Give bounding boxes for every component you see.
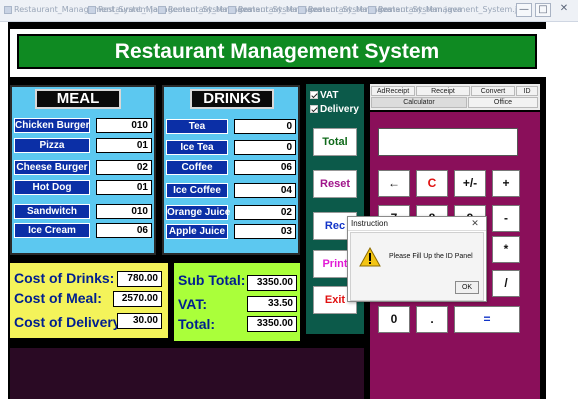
vat-field[interactable]: 33.50 [247,296,297,312]
drinks-header: DRINKS [190,89,274,109]
minimize-button[interactable]: — [516,3,532,17]
drinks-input-ice-tea[interactable]: 0 [234,140,296,155]
java-file-icon [298,5,306,14]
cost-of-meal-field[interactable]: 2570.00 [113,291,162,307]
meal-label-chicken-burger: Chicken Burger [14,118,90,133]
cost-of-meal-label: Cost of Meal: [14,290,102,306]
meal-input-cheese-burger[interactable]: 02 [96,160,152,175]
java-file-icon [88,5,96,14]
cost-of-drinks-field[interactable]: 780.00 [117,271,162,287]
drinks-input-orange-juice[interactable]: 02 [234,205,296,220]
calc-plus-button[interactable]: + [492,170,520,197]
delivery-checkbox[interactable]: Delivery [310,104,359,115]
meal-input-pizza[interactable]: 01 [96,138,152,153]
meal-label-pizza: Pizza [14,138,90,153]
right-margin [546,22,578,399]
drinks-input-ice-coffee[interactable]: 04 [234,183,296,198]
cost-of-delivery-field[interactable]: 30.00 [117,313,162,329]
vat-label: VAT: [178,296,208,312]
close-button[interactable]: ✕ [556,3,572,17]
calc-minus-button[interactable]: - [492,205,520,232]
window-tab-6[interactable]: Restaurant_Management_System.java [368,5,532,17]
meal-label-sandwitch: Sandwitch [14,204,90,219]
tab-receipt[interactable]: Receipt [416,86,470,96]
dialog-body: Please Fill Up the ID Panel OK [350,232,484,301]
cost-of-drinks-label: Cost of Drinks: [14,270,115,286]
calc-multiply-button[interactable]: * [492,236,520,263]
meal-input-ice-cream[interactable]: 06 [96,223,152,238]
java-file-icon [158,5,166,14]
tab-office[interactable]: Office [468,97,538,108]
java-file-icon [228,5,236,14]
window-tab-label: Restaurant_Management_System.java [378,5,532,14]
java-file-icon [368,5,376,14]
total-button[interactable]: Total [313,128,357,156]
delivery-checkbox-label: Delivery [320,104,359,115]
calculator-display[interactable] [378,128,518,156]
app-title: Restaurant Management System [17,34,537,69]
meal-label-hot-dog: Hot Dog [14,180,90,195]
tab-id[interactable]: ID [516,86,538,96]
drinks-label-coffee: Coffee [166,160,228,175]
bottom-panel [10,348,364,399]
drinks-label-tea: Tea [166,119,228,134]
meal-input-hot-dog[interactable]: 01 [96,180,152,195]
meal-input-sandwitch[interactable]: 010 [96,204,152,219]
total-field[interactable]: 3350.00 [247,316,297,332]
tab-adreceipt[interactable]: AdReceipt [371,86,415,96]
checkbox-checked-icon [310,105,318,114]
instruction-dialog: Instruction ✕ Please Fill Up the ID Pane… [347,216,487,302]
meal-label-cheese-burger: Cheese Burger [14,160,90,175]
drinks-label-orange-juice: Orange Juice [166,205,231,220]
meal-label-ice-cream: Ice Cream [14,223,90,238]
calc-sign-button[interactable]: +/- [454,170,486,197]
tab-calculator[interactable]: Calculator [371,97,467,108]
calc-decimal-button[interactable]: . [416,306,448,333]
java-file-icon [4,5,12,14]
vat-checkbox[interactable]: VAT [310,90,339,101]
drinks-input-apple-juice[interactable]: 03 [234,224,296,239]
dialog-close-icon[interactable]: ✕ [466,217,484,230]
cost-of-delivery-label: Cost of Delivery: [14,314,126,330]
meal-input-chicken-burger[interactable]: 010 [96,118,152,133]
total-label: Total: [178,316,216,332]
calc-equals-button[interactable]: = [454,306,520,333]
drinks-input-tea[interactable]: 0 [234,119,296,134]
drinks-label-ice-tea: Ice Tea [166,140,228,155]
reset-button[interactable]: Reset [313,170,357,198]
calc-backspace-button[interactable]: ← [378,170,410,197]
calc-clear-button[interactable]: C [416,170,448,197]
subtotal-label: Sub Total: [178,272,246,288]
checkbox-checked-icon [310,91,318,100]
drinks-label-ice-coffee: Ice Coffee [166,183,228,198]
warning-icon [359,247,381,267]
vat-checkbox-label: VAT [320,90,339,101]
dialog-message: Please Fill Up the ID Panel [389,253,473,260]
subtotal-field[interactable]: 3350.00 [247,275,297,291]
tab-convert[interactable]: Convert [471,86,515,96]
maximize-button[interactable]: □ [535,3,551,17]
calc-0-button[interactable]: 0 [378,306,410,333]
drinks-label-apple-juice: Apple Juice [166,224,228,239]
dialog-ok-button[interactable]: OK [455,281,479,294]
calc-divide-button[interactable]: / [492,270,520,297]
drinks-input-coffee[interactable]: 06 [234,160,296,175]
meal-header: MEAL [35,89,121,109]
window-titlebar: Restaurant_Management_System.java Restau… [0,0,578,22]
